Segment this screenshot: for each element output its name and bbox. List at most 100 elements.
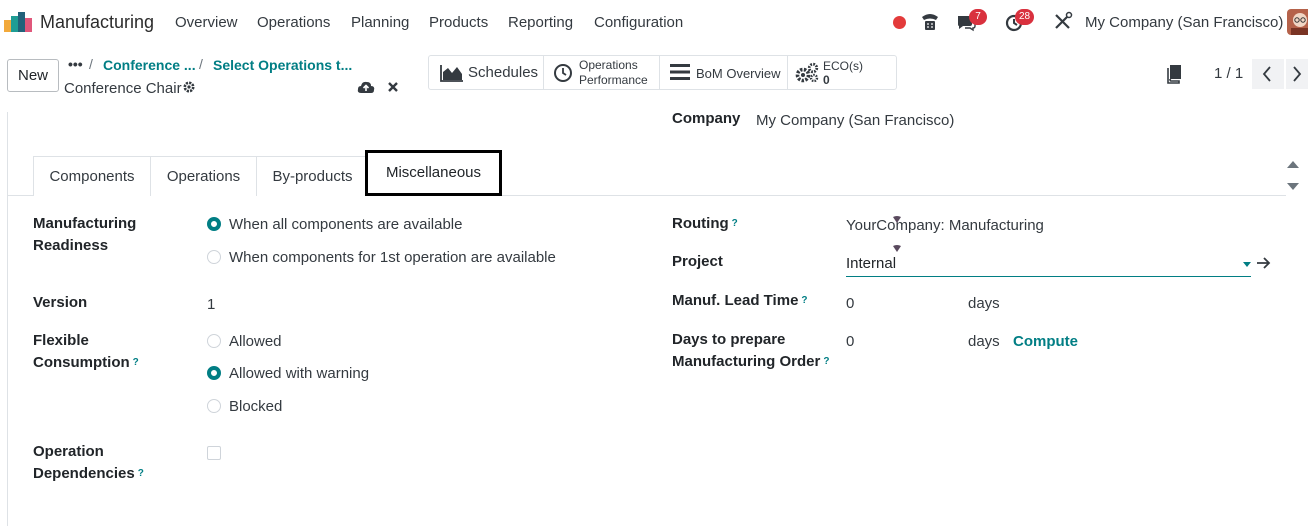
manufacturing-app-icon[interactable] [4, 12, 32, 32]
routing-label: Routing? [672, 213, 738, 235]
scroll-down-icon[interactable] [1286, 182, 1300, 192]
pager-previous-button[interactable] [1252, 59, 1284, 89]
days-to-prepare-label: Days to prepare [672, 331, 786, 348]
help-icon[interactable]: ? [133, 357, 139, 368]
eco-button[interactable]: ECO(s) 0 [788, 56, 896, 89]
compute-button[interactable]: Compute [1013, 333, 1078, 350]
operation-dependencies-label-text: Dependencies [33, 465, 135, 482]
breadcrumb-more[interactable]: ••• [68, 56, 83, 72]
tab-components[interactable]: Components [33, 156, 151, 196]
company-switcher[interactable]: My Company (San Francisco) [1085, 14, 1283, 31]
manuf-lead-time-label-text: Manuf. Lead Time [672, 292, 799, 309]
tab-operations[interactable]: Operations [150, 156, 257, 196]
manufacturing-readiness-label-2: Readiness [33, 237, 109, 254]
bom-overview-button[interactable]: BoM Overview [660, 56, 788, 89]
debug-tools-icon[interactable] [1052, 11, 1074, 33]
dropdown-caret-icon[interactable] [1243, 262, 1251, 267]
flexible-consumption-label-text: Consumption [33, 354, 130, 371]
gear-icon[interactable] [182, 80, 196, 94]
operations-performance-line2: Performance [579, 73, 648, 87]
phone-icon[interactable] [919, 11, 941, 33]
breadcrumb-conference[interactable]: Conference ... [103, 57, 196, 73]
tab-miscellaneous[interactable]: Miscellaneous [365, 150, 502, 196]
days-to-prepare-label-2: Manufacturing Order? [672, 351, 829, 373]
menu-configuration[interactable]: Configuration [594, 14, 683, 31]
flexible-allowed-label[interactable]: Allowed [229, 333, 282, 350]
user-avatar[interactable] [1287, 9, 1308, 35]
mouse-cursor-icon [893, 216, 901, 223]
project-label: Project [672, 253, 723, 270]
pager-value[interactable]: 1 / 1 [1214, 65, 1243, 82]
manuf-lead-time-label: Manuf. Lead Time? [672, 290, 808, 312]
flexible-consumption-label-2: Consumption? [33, 352, 139, 374]
menu-operations[interactable]: Operations [257, 14, 330, 31]
pager-next-button[interactable] [1286, 59, 1308, 89]
menu-reporting[interactable]: Reporting [508, 14, 573, 31]
readiness-first-operation-radio[interactable] [207, 250, 221, 264]
activities-badge: 28 [1015, 9, 1035, 25]
days-to-prepare-value[interactable]: 0 [846, 333, 854, 350]
menu-products[interactable]: Products [429, 14, 488, 31]
flexible-consumption-label: Flexible [33, 332, 89, 349]
readiness-all-label[interactable]: When all components are available [229, 216, 462, 233]
cogs-icon [795, 62, 819, 83]
help-icon[interactable]: ? [801, 295, 807, 306]
messages-badge: 7 [969, 9, 987, 25]
flexible-allowed-radio[interactable] [207, 334, 221, 348]
version-label: Version [33, 294, 88, 311]
bom-overview-label: BoM Overview [696, 66, 781, 81]
clock-icon [554, 64, 572, 82]
app-name[interactable]: Manufacturing [40, 12, 154, 33]
days-to-prepare-unit: days [968, 333, 1000, 350]
routing-value[interactable]: YourCompany: Manufacturing [846, 217, 1044, 234]
new-button[interactable]: New [7, 59, 59, 92]
operation-dependencies-label: Operation [33, 443, 104, 460]
breadcrumb-separator: / [89, 56, 93, 72]
routing-label-text: Routing [672, 215, 729, 232]
schedules-label: Schedules [468, 64, 539, 81]
project-value: Internal [846, 255, 897, 272]
flexible-blocked-radio[interactable] [207, 399, 221, 413]
operations-performance-button[interactable]: Operations Performance [544, 56, 660, 89]
record-title: Conference Chair [64, 80, 182, 97]
breadcrumb-select-operations[interactable]: Select Operations t... [213, 57, 352, 73]
operation-dependencies-checkbox[interactable] [207, 446, 221, 460]
recording-dot-icon[interactable] [893, 16, 906, 29]
knowledge-bookmark-icon[interactable] [1167, 64, 1183, 84]
project-input[interactable]: Internal [846, 253, 1251, 277]
eco-count: 0 [823, 73, 830, 87]
flexible-warning-radio[interactable] [207, 366, 221, 380]
mouse-cursor-icon [893, 245, 901, 252]
company-label: Company [672, 110, 741, 127]
scroll-up-icon[interactable] [1286, 159, 1300, 169]
manuf-lead-time-value[interactable]: 0 [846, 295, 854, 312]
tab-by-products[interactable]: By-products [256, 156, 369, 196]
list-bars-icon [670, 64, 690, 80]
chevron-left-icon [1262, 66, 1271, 82]
internal-link-arrow-icon[interactable] [1256, 256, 1272, 270]
help-icon[interactable]: ? [138, 468, 144, 479]
operation-dependencies-label-2: Dependencies? [33, 463, 144, 485]
chevron-right-icon [1293, 66, 1302, 82]
discard-close-icon[interactable] [386, 80, 400, 94]
flexible-blocked-label[interactable]: Blocked [229, 398, 282, 415]
manufacturing-readiness-label: Manufacturing [33, 215, 137, 232]
menu-overview[interactable]: Overview [175, 14, 238, 31]
company-value[interactable]: My Company (San Francisco) [756, 112, 954, 129]
manuf-lead-time-unit: days [968, 295, 1000, 312]
readiness-first-operation-label[interactable]: When components for 1st operation are av… [229, 249, 556, 266]
readiness-all-radio[interactable] [207, 217, 221, 231]
version-value[interactable]: 1 [207, 296, 215, 313]
days-to-prepare-label-text: Manufacturing Order [672, 353, 821, 370]
menu-planning[interactable]: Planning [351, 14, 409, 31]
eco-label: ECO(s) [823, 59, 863, 73]
flexible-warning-label[interactable]: Allowed with warning [229, 365, 369, 382]
schedules-button[interactable]: Schedules [429, 56, 544, 89]
area-chart-icon [440, 65, 463, 82]
breadcrumb-separator: / [199, 56, 203, 72]
operations-performance-line1: Operations [579, 58, 638, 72]
help-icon[interactable]: ? [732, 218, 738, 229]
smart-buttons-bar: Schedules Operations Performance BoM Ove… [428, 55, 897, 90]
help-icon[interactable]: ? [823, 356, 829, 367]
cloud-upload-icon[interactable] [357, 80, 375, 94]
